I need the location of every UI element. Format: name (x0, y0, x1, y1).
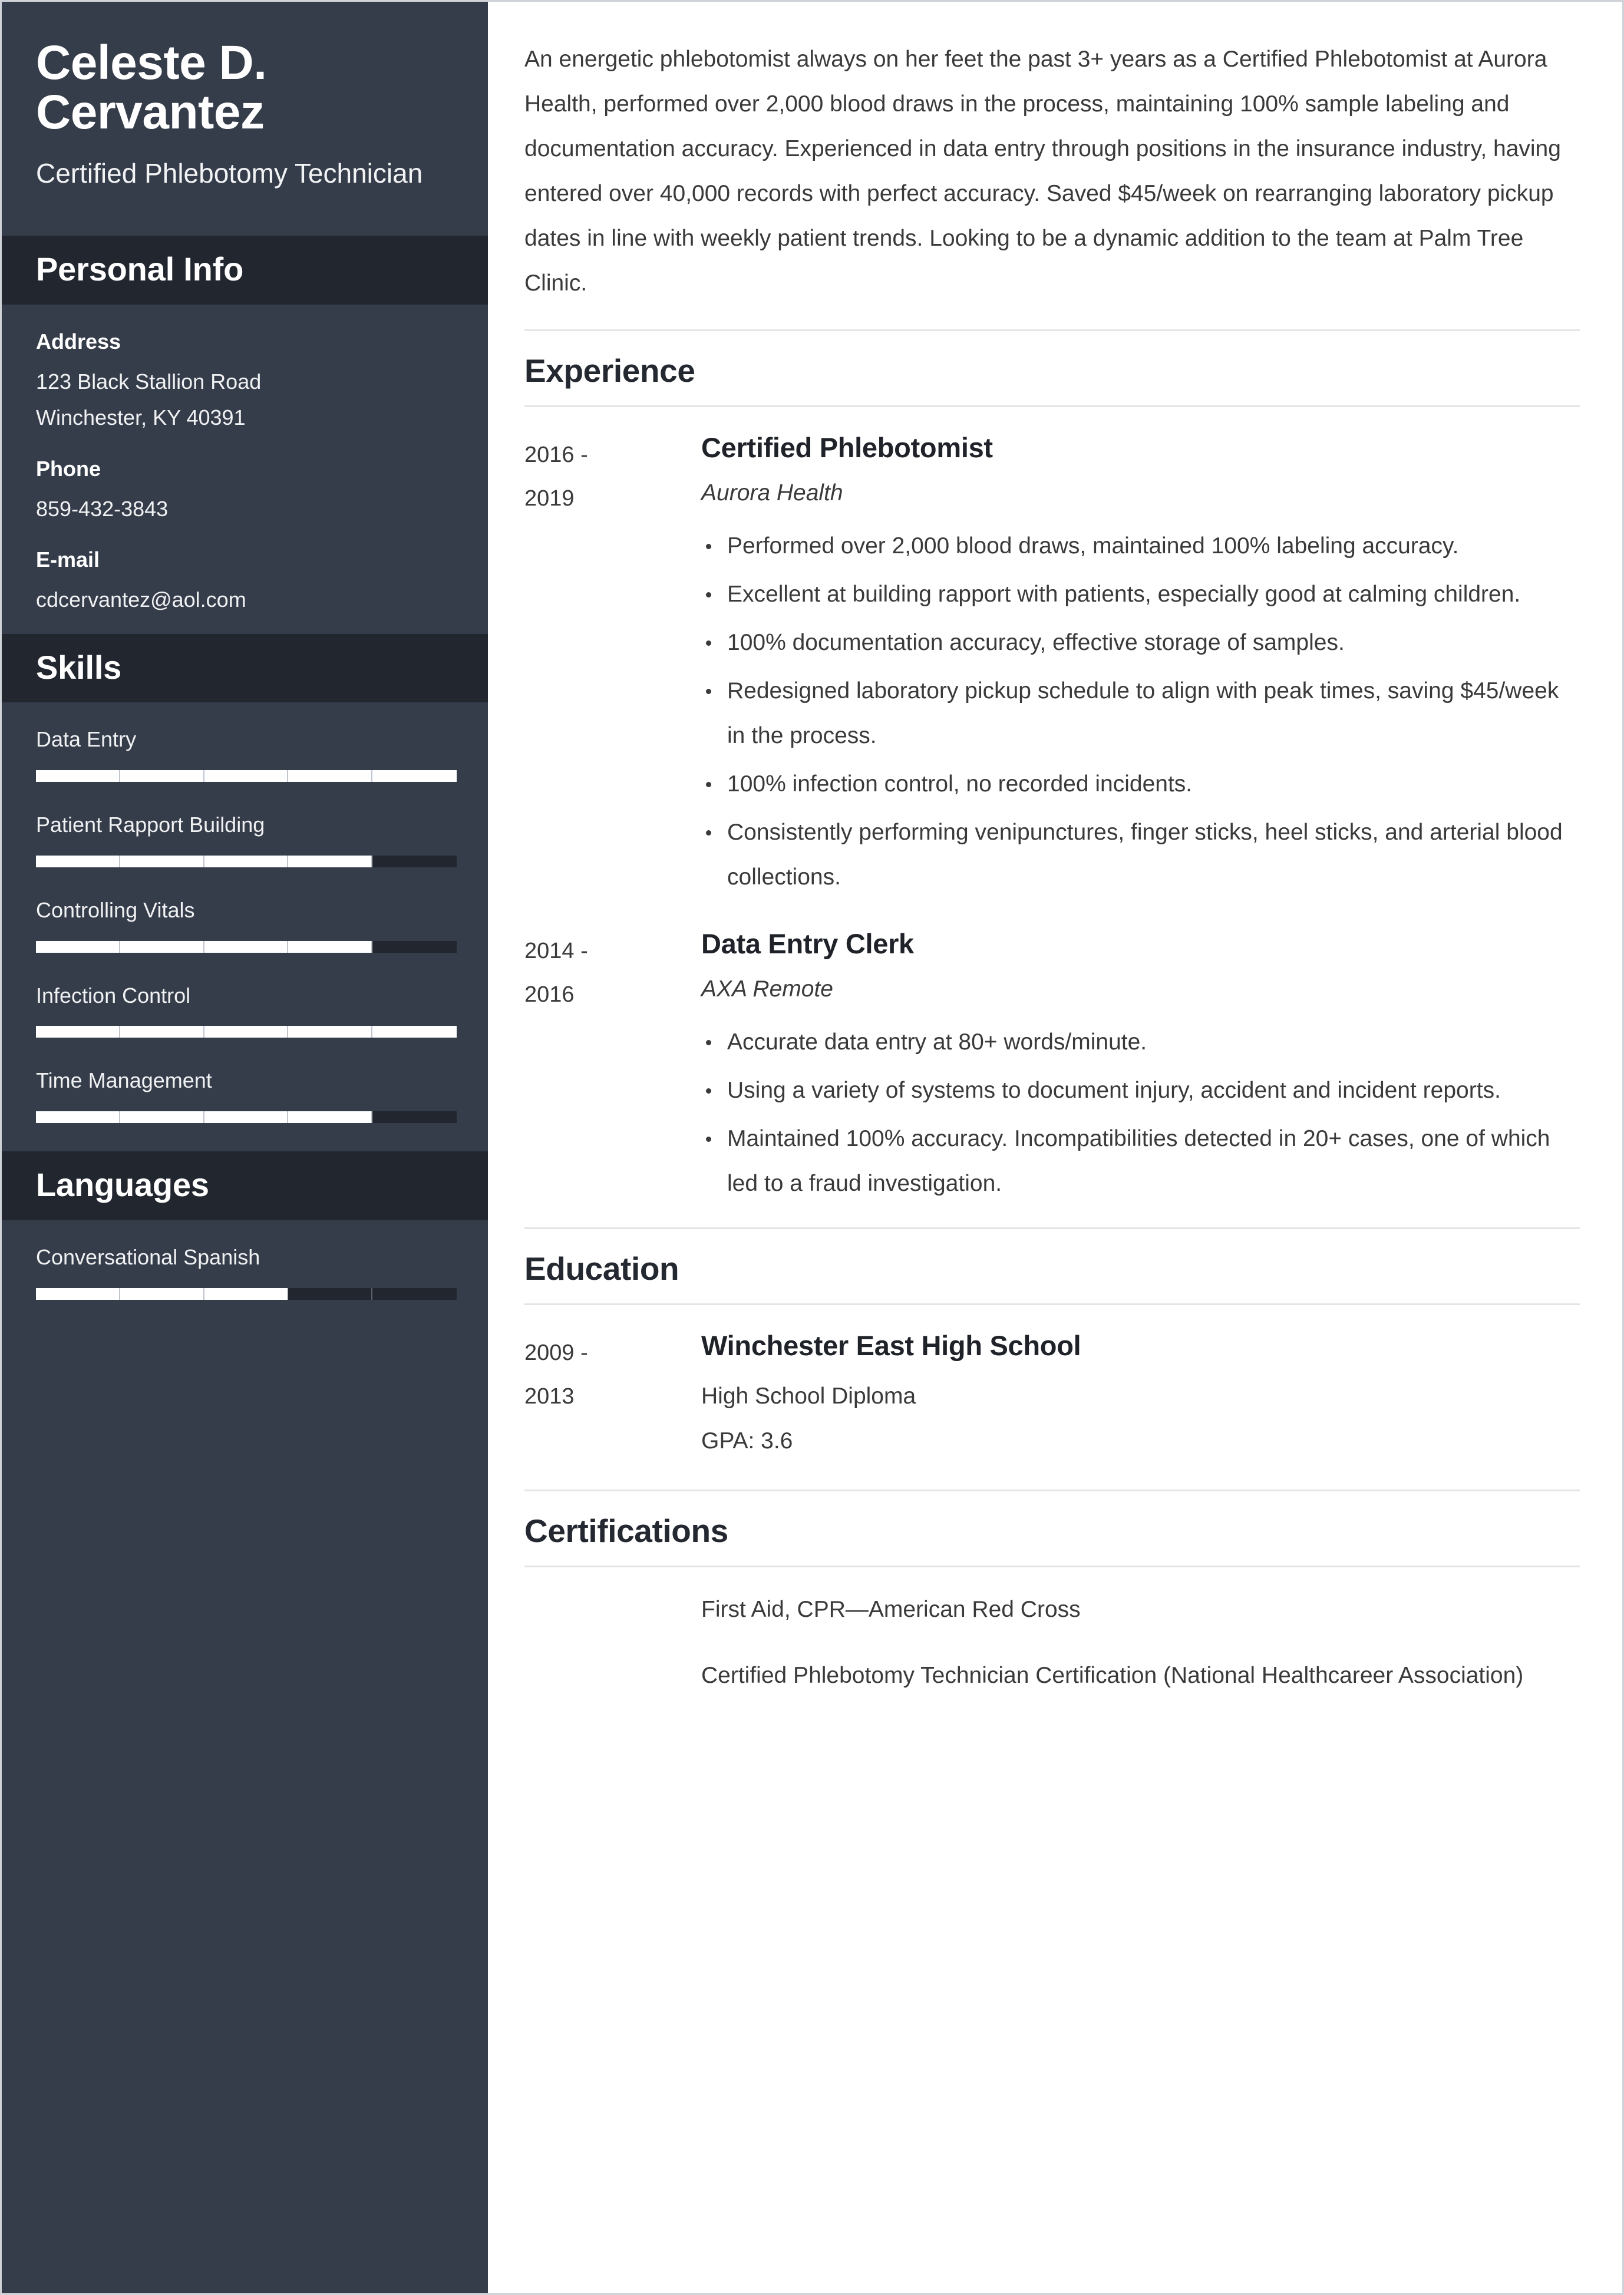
phone-value[interactable]: 859-432-3843 (36, 495, 454, 523)
certifications-list: First Aid, CPR—American Red Cross Certif… (524, 1567, 1580, 1698)
info-group-email: E-mail cdcervantez@aol.com (36, 546, 454, 613)
skill-row: Data Entry (36, 726, 457, 782)
date-end: 2019 (524, 486, 575, 511)
date-start: 2009 - (524, 1340, 588, 1366)
list-item: Performed over 2,000 blood draws, mainta… (701, 524, 1580, 569)
skill-bar-fill (36, 940, 373, 953)
language-label: Conversational Spanish (36, 1244, 260, 1269)
job-bullet-list: Performed over 2,000 blood draws, mainta… (701, 524, 1580, 900)
skill-row: Infection Control (36, 982, 457, 1038)
language-bar-fill (36, 1287, 289, 1300)
email-value[interactable]: cdcervantez@aol.com (36, 586, 454, 614)
personal-info-heading: Personal Info (36, 250, 244, 288)
sidebar-header: Celeste D. Cervantez Certified Phlebotom… (2, 2, 488, 236)
job-role: Certified Phlebotomist (701, 432, 993, 464)
experience-entry: 2016 - 2019 Certified Phlebotomist Auror… (524, 407, 1580, 903)
list-item: Consistently performing venipunctures, f… (701, 810, 1580, 900)
skill-row: Controlling Vitals (36, 897, 457, 953)
list-item: 100% documentation accuracy, effective s… (701, 620, 1580, 665)
skill-row: Time Management (36, 1067, 457, 1124)
language-row: Conversational Spanish (36, 1244, 457, 1300)
skill-bar-fill (36, 770, 457, 782)
list-item: Maintained 100% accuracy. Incompatibilit… (701, 1117, 1580, 1206)
skills-heading: Skills (36, 648, 122, 686)
experience-entry-body: Certified Phlebotomist Aurora Health Per… (701, 430, 1580, 903)
experience-entry: 2014 - 2016 Data Entry Clerk AXA Remote … (524, 903, 1580, 1210)
education-section: Education 2009 - 2013 Winchester East Hi… (524, 1227, 1580, 1490)
list-item: Certified Phlebotomy Technician Certific… (701, 1663, 1524, 1689)
skill-label: Time Management (36, 1068, 212, 1093)
skill-bar (36, 1026, 457, 1038)
skill-bar (36, 855, 457, 867)
language-bar (36, 1287, 457, 1300)
education-entry: 2009 - 2013 Winchester East High School … (524, 1305, 1580, 1464)
languages-heading: Languages (36, 1166, 209, 1204)
skill-label: Infection Control (36, 983, 191, 1008)
sidebar-filler (2, 1328, 488, 2293)
skill-bar (36, 1111, 457, 1124)
education-entry-body: Winchester East High School High School … (701, 1328, 1580, 1464)
info-group-phone: Phone 859-432-3843 (36, 455, 454, 523)
gpa-value: GPA: 3.6 (701, 1428, 793, 1454)
sidebar: Celeste D. Cervantez Certified Phlebotom… (2, 2, 488, 2293)
experience-dates: 2014 - 2016 (524, 926, 701, 1016)
section-header-skills: Skills (2, 633, 488, 703)
resume-page: Celeste D. Cervantez Certified Phlebotom… (0, 0, 1624, 2295)
list-item: Redesigned laboratory pickup schedule to… (701, 669, 1580, 758)
section-header-languages: Languages (2, 1151, 488, 1220)
list-item: Using a variety of systems to document i… (701, 1068, 1580, 1113)
experience-entry-body: Data Entry Clerk AXA Remote Accurate dat… (701, 926, 1580, 1210)
date-start: 2014 - (524, 939, 588, 964)
skill-bar (36, 940, 457, 953)
experience-heading: Experience (524, 352, 695, 389)
professional-summary: An energetic phlebotomist always on her … (524, 47, 1561, 296)
education-heading: Education (524, 1250, 679, 1287)
info-group-address: Address 123 Black Stallion Road Winchest… (36, 328, 454, 432)
school-name: Winchester East High School (701, 1330, 1081, 1362)
skills-body: Data Entry Patient Rapport Building Cont… (2, 702, 488, 1151)
skill-label: Data Entry (36, 727, 137, 752)
info-label: Address (36, 329, 121, 354)
page-title: Celeste D. Cervantez (36, 36, 267, 139)
address-line-1: 123 Black Stallion Road (36, 369, 262, 394)
skill-bar (36, 770, 457, 782)
list-item: First Aid, CPR—American Red Cross (701, 1597, 1081, 1623)
job-title: Certified Phlebotomy Technician (36, 158, 423, 189)
skill-row: Patient Rapport Building (36, 811, 457, 867)
date-end: 2013 (524, 1384, 575, 1409)
job-bullet-list: Accurate data entry at 80+ words/minute.… (701, 1020, 1580, 1206)
experience-section: Experience 2016 - 2019 Certified Phlebot… (524, 329, 1580, 1227)
list-item: 100% infection control, no recorded inci… (701, 762, 1580, 807)
job-company: Aurora Health (701, 480, 843, 506)
list-item: Excellent at building rapport with patie… (701, 572, 1580, 617)
certifications-section: Certifications First Aid, CPR—American R… (524, 1490, 1580, 1698)
education-dates: 2009 - 2013 (524, 1328, 701, 1418)
skill-label: Patient Rapport Building (36, 813, 265, 837)
skill-bar-fill (36, 855, 373, 867)
experience-dates: 2016 - 2019 (524, 430, 701, 520)
main-content: An energetic phlebotomist always on her … (488, 2, 1622, 2293)
job-role: Data Entry Clerk (701, 928, 914, 960)
address-line-2: Winchester, KY 40391 (36, 405, 246, 430)
section-header-personal-info: Personal Info (2, 236, 488, 305)
languages-body: Conversational Spanish (2, 1220, 488, 1328)
personal-info-body: Address 123 Black Stallion Road Winchest… (2, 305, 488, 633)
certifications-heading: Certifications (524, 1513, 728, 1550)
skill-bar-fill (36, 1111, 373, 1124)
info-label: Phone (36, 456, 101, 481)
list-item: Accurate data entry at 80+ words/minute. (701, 1020, 1580, 1065)
skill-label: Controlling Vitals (36, 897, 195, 922)
job-company: AXA Remote (701, 976, 833, 1002)
info-label: E-mail (36, 547, 100, 572)
date-end: 2016 (524, 982, 575, 1008)
skill-bar-fill (36, 1026, 457, 1038)
degree-name: High School Diploma (701, 1383, 916, 1409)
date-start: 2016 - (524, 443, 588, 468)
